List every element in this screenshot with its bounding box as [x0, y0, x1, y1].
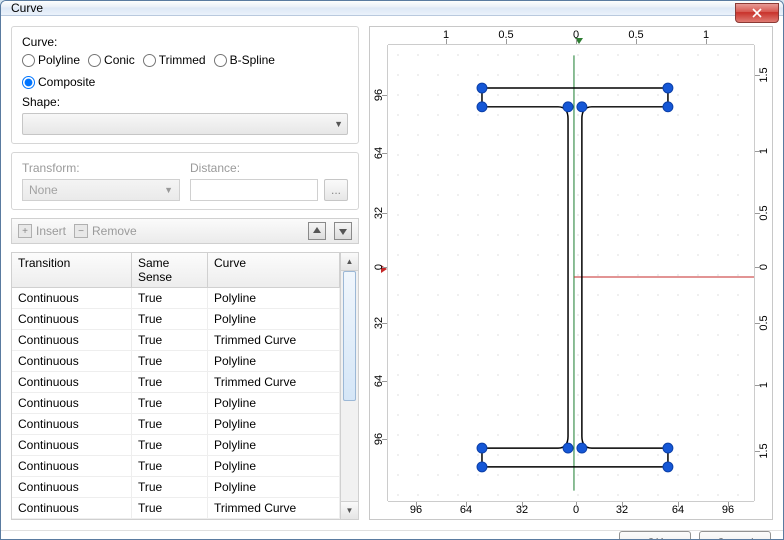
grid-toolbar: + Insert − Remove	[11, 218, 359, 244]
table-row[interactable]: ContinuousTruePolyline	[12, 414, 340, 435]
data-grid[interactable]: Transition Same Sense Curve ContinuousTr…	[12, 253, 340, 519]
scroll-thumb[interactable]	[343, 271, 356, 401]
transform-label: Transform:	[22, 161, 180, 175]
chevron-down-icon: ▼	[334, 119, 343, 129]
table-row[interactable]: ContinuousTrueTrimmed Curve	[12, 498, 340, 519]
transform-group: Transform: None ▼ Distance: ...	[11, 152, 359, 210]
col-transition[interactable]: Transition	[12, 253, 132, 287]
grid-wrap: Transition Same Sense Curve ContinuousTr…	[11, 252, 359, 520]
scroll-up-icon[interactable]: ▲	[341, 253, 358, 271]
ruler-bottom: 9664320326496	[388, 501, 754, 519]
cancel-button[interactable]: Cancel	[699, 531, 771, 540]
table-row[interactable]: ContinuousTruePolyline	[12, 456, 340, 477]
ruler-top: 10.500.51	[388, 27, 754, 45]
ok-button[interactable]: OK	[619, 531, 691, 540]
move-up-button[interactable]	[308, 222, 326, 240]
ruler-left: 9664320326496	[370, 45, 388, 501]
canvas[interactable]: 10.500.51 9664320326496 1.510.500.511.5 …	[369, 26, 773, 520]
transform-combo: None ▼	[22, 179, 180, 201]
curve-label: Curve:	[22, 35, 348, 49]
curve-radio-row: Polyline Conic Trimmed B-Spline Composite	[22, 53, 348, 89]
curve-group: Curve: Polyline Conic Trimmed B-Spline Compo…	[11, 26, 359, 144]
button-row: OK Cancel	[1, 530, 783, 540]
shape-combo[interactable]: ▼	[22, 113, 348, 135]
left-panel: Curve: Polyline Conic Trimmed B-Spline Compo…	[11, 26, 359, 520]
radio-trimmed[interactable]: Trimmed	[143, 53, 206, 67]
table-row[interactable]: ContinuousTrueTrimmed Curve	[12, 372, 340, 393]
distance-input	[190, 179, 318, 201]
insert-button: + Insert	[18, 224, 66, 238]
table-row[interactable]: ContinuousTruePolyline	[12, 288, 340, 309]
distance-label: Distance:	[190, 161, 348, 175]
chevron-down-icon: ▼	[164, 185, 173, 195]
content-area: Curve: Polyline Conic Trimmed B-Spline Compo…	[1, 16, 783, 530]
window-title: Curve	[11, 1, 43, 15]
table-row[interactable]: ContinuousTruePolyline	[12, 477, 340, 498]
table-row[interactable]: ContinuousTrueTrimmed Curve	[12, 330, 340, 351]
scroll-down-icon[interactable]: ▼	[341, 501, 358, 519]
dialog-window: Curve Curve: Polyline Conic Trimmed B-Splin…	[0, 0, 784, 540]
radio-conic[interactable]: Conic	[88, 53, 135, 67]
col-curve[interactable]: Curve	[208, 253, 340, 287]
shape-label: Shape:	[22, 95, 348, 109]
move-down-button[interactable]	[334, 222, 352, 240]
remove-button: − Remove	[74, 224, 137, 238]
plus-icon: +	[18, 224, 32, 238]
vertical-scrollbar[interactable]: ▲ ▼	[340, 253, 358, 519]
col-same-sense[interactable]: Same Sense	[132, 253, 208, 287]
transform-value: None	[29, 183, 58, 197]
titlebar[interactable]: Curve	[1, 1, 783, 16]
close-button[interactable]	[735, 3, 779, 23]
table-row[interactable]: ContinuousTruePolyline	[12, 351, 340, 372]
radio-b-spline[interactable]: B-Spline	[214, 53, 275, 67]
table-row[interactable]: ContinuousTruePolyline	[12, 309, 340, 330]
ruler-right: 1.510.500.511.5	[754, 45, 772, 501]
dot-grid	[388, 45, 754, 501]
table-row[interactable]: ContinuousTruePolyline	[12, 393, 340, 414]
minus-icon: −	[74, 224, 88, 238]
radio-polyline[interactable]: Polyline	[22, 53, 80, 67]
radio-composite[interactable]: Composite	[22, 75, 95, 89]
right-panel: 10.500.51 9664320326496 1.510.500.511.5 …	[369, 26, 773, 520]
table-row[interactable]: ContinuousTruePolyline	[12, 435, 340, 456]
grid-header: Transition Same Sense Curve	[12, 253, 340, 288]
distance-ellipsis-button[interactable]: ...	[324, 179, 348, 201]
plot-area[interactable]	[388, 45, 754, 501]
